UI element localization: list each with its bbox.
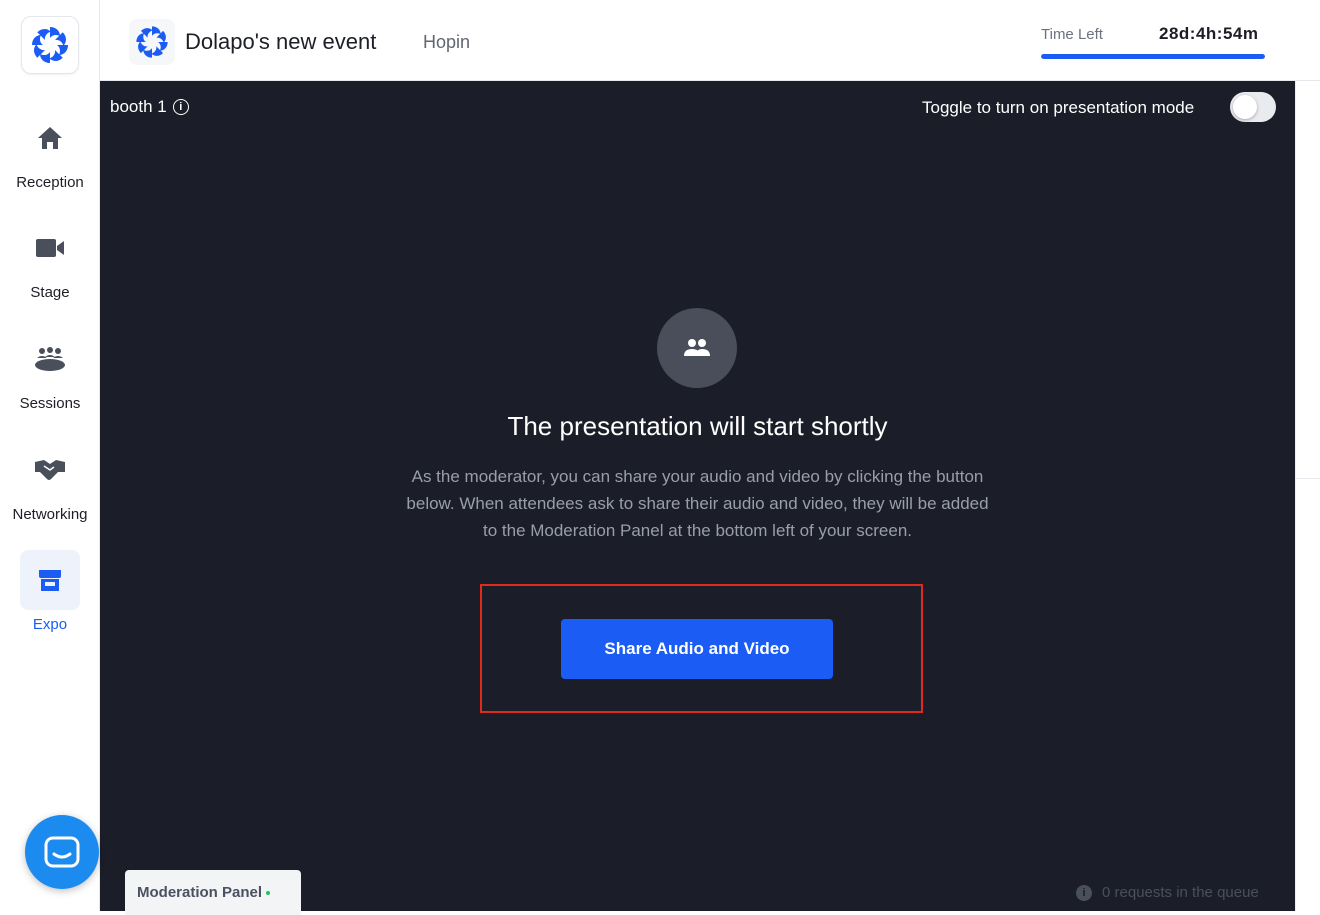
presentation-title: The presentation will start shortly	[507, 411, 888, 441]
sidebar-item-label: Expo	[32, 616, 68, 633]
event-logo-icon	[136, 26, 168, 58]
organizer-name[interactable]: Hopin	[423, 32, 470, 53]
people-icon	[657, 308, 737, 388]
sidebar-item-reception[interactable]: Reception	[0, 108, 100, 191]
hopin-logo[interactable]	[21, 16, 79, 74]
event-logo	[129, 19, 175, 65]
hopin-logo-icon	[32, 27, 68, 63]
queue-text: 0 requests in the queue	[1102, 884, 1259, 901]
home-icon	[20, 108, 80, 168]
presentation-mode-label: Toggle to turn on presentation mode	[922, 98, 1195, 117]
moderation-panel-tab[interactable]: Moderation Panel	[125, 870, 301, 915]
top-header: Dolapo's new event Hopin Time Left 28d:4…	[100, 0, 1320, 81]
info-icon: i	[1076, 884, 1092, 901]
booth-title: booth 1 i	[110, 97, 189, 117]
sidebar-item-expo[interactable]: Expo	[0, 550, 100, 633]
expo-booth-icon	[20, 550, 80, 610]
time-left-value: 28d:4h:54m	[1159, 24, 1259, 43]
chat-icon	[44, 836, 80, 868]
sidebar-item-stage[interactable]: Stage	[0, 218, 100, 301]
video-camera-icon	[20, 218, 80, 278]
info-icon[interactable]: i	[172, 99, 189, 115]
sidebar-item-sessions[interactable]: Sessions	[0, 329, 100, 412]
presentation-mode-toggle[interactable]	[1230, 92, 1276, 122]
time-left-progress	[1041, 54, 1265, 59]
toggle-knob	[1233, 95, 1257, 119]
event-title: Dolapo's new event	[185, 29, 377, 54]
booth-stage-area: booth 1 i Toggle to turn on presentation…	[100, 81, 1295, 915]
sessions-icon	[20, 329, 80, 389]
share-audio-video-button[interactable]: Share Audio and Video	[561, 619, 833, 679]
sidebar: Reception Stage Sessions Networking Expo	[0, 0, 100, 911]
divider	[1296, 478, 1320, 479]
sidebar-item-label: Stage	[30, 284, 70, 301]
sidebar-item-label: Networking	[12, 506, 88, 523]
handshake-icon	[20, 440, 80, 500]
status-dot-icon	[266, 891, 271, 896]
chat-launcher-button[interactable]	[25, 815, 99, 889]
time-left-label: Time Left	[1041, 26, 1103, 43]
sidebar-item-label: Sessions	[19, 395, 81, 412]
right-side-panel	[1295, 81, 1320, 911]
time-left-progress-fill	[1041, 54, 1265, 59]
moderation-panel-label: Moderation Panel	[137, 884, 263, 901]
presentation-description: As the moderator, you can share your aud…	[406, 467, 989, 540]
queue-status: i 0 requests in the queue	[1076, 884, 1259, 901]
booth-name: booth 1	[110, 97, 167, 116]
sidebar-item-networking[interactable]: Networking	[0, 440, 100, 523]
sidebar-item-label: Reception	[16, 174, 84, 191]
